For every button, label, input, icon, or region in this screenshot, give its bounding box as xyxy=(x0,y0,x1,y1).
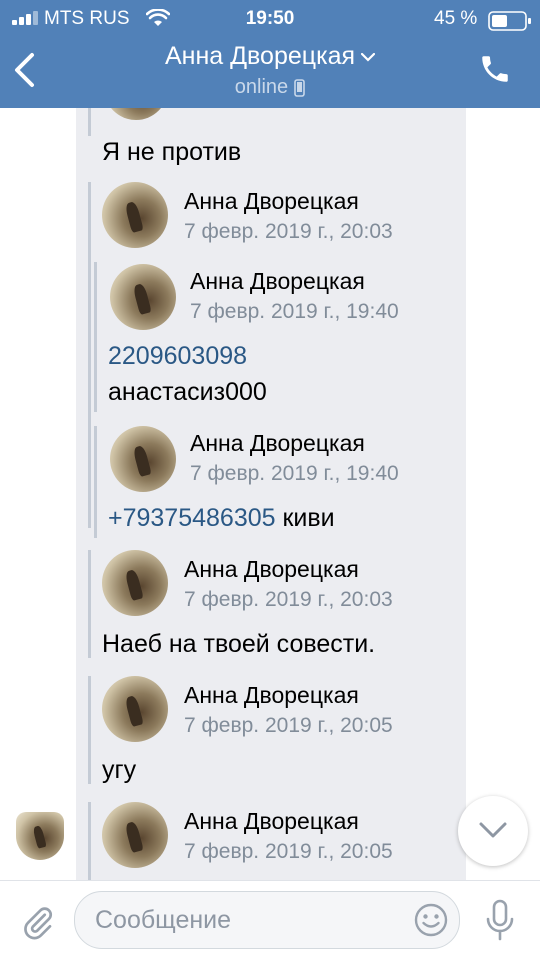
message-date: 7 февр. 2019 г., 19:40 xyxy=(190,462,399,485)
quote-bar xyxy=(94,262,97,412)
message-date: 7 февр. 2019 г., 20:03 xyxy=(184,588,393,611)
sender-name: Анна Дворецкая xyxy=(184,808,359,834)
chat-title[interactable]: Анна Дворецкая xyxy=(0,42,540,71)
message-feed[interactable]: Я не против Анна Дворецкая 7 февр. 2019 … xyxy=(0,108,540,880)
quote-bar xyxy=(88,182,91,528)
message-text: Я не против xyxy=(102,138,242,166)
message-input[interactable]: Сообщение xyxy=(74,891,460,949)
message-text-line: +79375486305 киви xyxy=(108,504,335,533)
battery-percent: 45 % xyxy=(434,8,478,29)
quote-bar xyxy=(94,426,97,538)
emoji-icon[interactable] xyxy=(413,902,449,938)
contact-name[interactable]: Анна Дворецкая xyxy=(165,42,355,70)
chevron-down-icon[interactable] xyxy=(361,52,376,62)
avatar xyxy=(102,182,168,248)
microphone-icon[interactable] xyxy=(484,899,516,943)
message-text: анастасиз000 xyxy=(108,378,267,406)
message-date: 7 февр. 2019 г., 19:40 xyxy=(190,300,399,323)
message-text: Наеб на твоей совести. xyxy=(102,630,376,658)
avatar xyxy=(102,802,168,868)
mobile-device-icon xyxy=(294,78,305,97)
quote-bar xyxy=(88,676,91,784)
scroll-down-icon xyxy=(479,822,507,838)
online-label: online xyxy=(234,76,289,98)
avatar xyxy=(110,426,176,492)
quote-bar xyxy=(88,108,91,136)
sender-avatar[interactable] xyxy=(16,812,64,860)
message-placeholder: Сообщение xyxy=(95,906,232,934)
phone-link[interactable]: +79375486305 xyxy=(108,504,276,532)
sender-name: Анна Дворецкая xyxy=(190,268,365,294)
battery-icon xyxy=(488,11,531,31)
sender-name: Анна Дворецкая xyxy=(184,556,359,582)
scroll-down-button[interactable] xyxy=(458,796,528,866)
chat-header: MTS RUS 19:50 45 % Анна Дворецкая online xyxy=(0,0,540,108)
message-date: 7 февр. 2019 г., 20:03 xyxy=(184,220,393,243)
status-bar: MTS RUS 19:50 45 % xyxy=(0,6,540,31)
quote-bar xyxy=(88,550,91,658)
avatar xyxy=(110,264,176,330)
attach-icon[interactable] xyxy=(20,903,56,943)
avatar xyxy=(102,676,168,742)
sender-name: Анна Дворецкая xyxy=(184,682,359,708)
sender-name: Анна Дворецкая xyxy=(184,188,359,214)
phone-link[interactable]: 2209603098 xyxy=(108,342,247,371)
message-date: 7 февр. 2019 г., 20:05 xyxy=(184,840,393,863)
sender-name: Анна Дворецкая xyxy=(190,430,365,456)
message-text: угу xyxy=(102,756,137,784)
quote-bar xyxy=(88,802,91,880)
phone-icon[interactable] xyxy=(478,52,512,86)
message-text: киви xyxy=(275,504,335,532)
composer-bar: Сообщение xyxy=(0,880,540,961)
avatar xyxy=(102,550,168,616)
message-date: 7 февр. 2019 г., 20:05 xyxy=(184,714,393,737)
online-status: online xyxy=(0,76,540,99)
